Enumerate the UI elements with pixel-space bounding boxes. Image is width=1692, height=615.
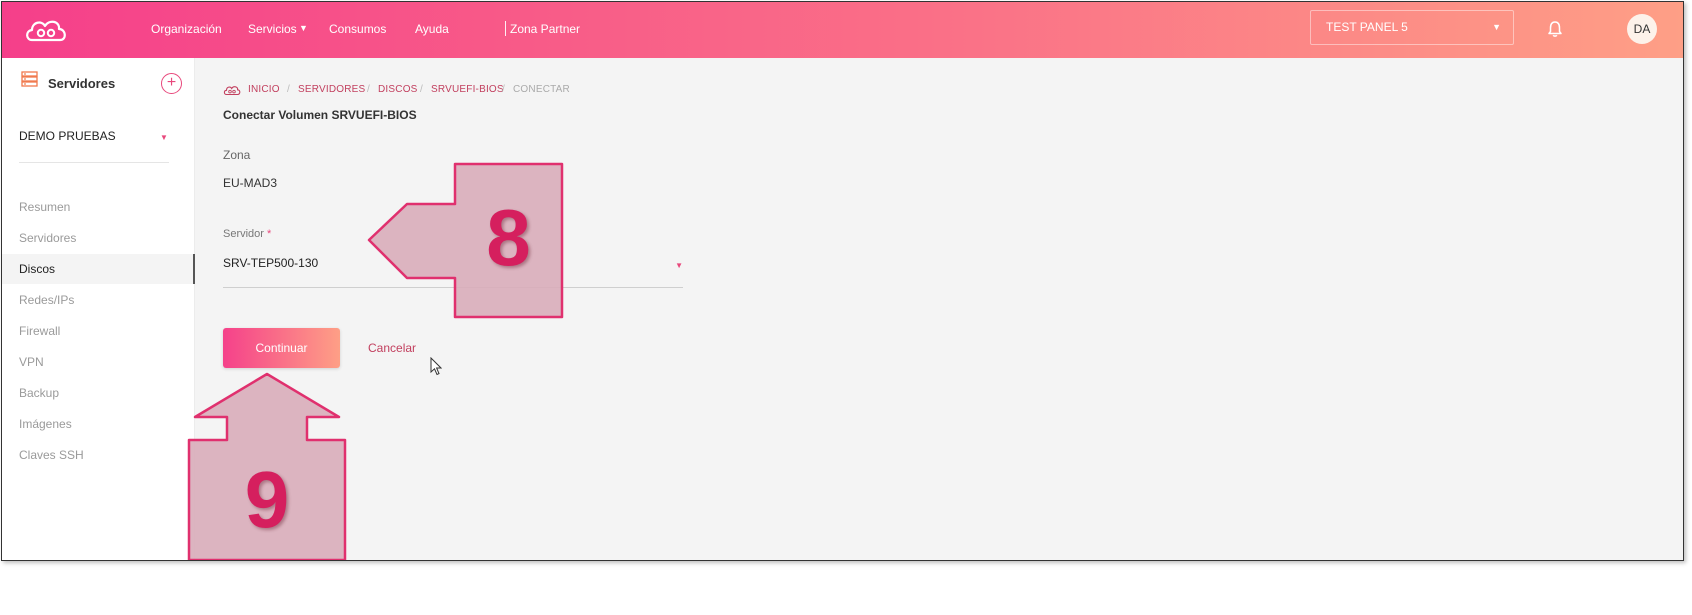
breadcrumb-separator: / xyxy=(502,84,505,95)
server-label-text: Servidor xyxy=(223,228,264,240)
cloud-icon[interactable] xyxy=(24,16,68,44)
nav-consumos[interactable]: Consumos xyxy=(329,22,386,36)
chevron-down-icon[interactable]: ▼ xyxy=(675,261,683,270)
breadcrumb-servidores[interactable]: SERVIDORES xyxy=(298,84,365,95)
step-9-callout: 9 xyxy=(187,372,347,560)
top-navigation-bar: Organización Servicios ▼ Consumos Ayuda … xyxy=(2,2,1683,58)
chevron-down-icon[interactable]: ▼ xyxy=(160,133,168,142)
breadcrumb-inicio[interactable]: INICIO xyxy=(248,84,280,95)
zona-value: EU-MAD3 xyxy=(223,176,278,190)
nav-servicios[interactable]: Servicios xyxy=(248,22,297,36)
server-select-value: SRV-TEP500-130 xyxy=(223,256,319,270)
server-field-label: Servidor * xyxy=(223,228,271,240)
nav-zona-partner[interactable]: Zona Partner xyxy=(510,22,580,36)
nav-organizacion[interactable]: Organización xyxy=(151,22,222,36)
bell-icon[interactable] xyxy=(1547,20,1563,38)
chevron-down-icon: ▼ xyxy=(1492,22,1501,32)
sidebar-title: Servidores xyxy=(48,76,116,91)
required-marker: * xyxy=(267,228,272,240)
sidebar-item-backup[interactable]: Backup xyxy=(2,378,195,408)
breadcrumb-srvuefi-bios[interactable]: SRVUEFI-BIOS xyxy=(431,84,504,95)
step-8-callout: 8 xyxy=(367,162,567,322)
cancel-link[interactable]: Cancelar xyxy=(368,341,416,355)
avatar[interactable]: DA xyxy=(1627,14,1657,44)
nav-divider xyxy=(505,21,506,36)
sidebar-divider xyxy=(19,162,169,163)
sidebar-item-discos[interactable]: Discos xyxy=(2,254,195,284)
continue-button[interactable]: Continuar xyxy=(223,328,340,368)
sidebar-item-firewall[interactable]: Firewall xyxy=(2,316,195,346)
cloud-icon[interactable] xyxy=(223,84,241,96)
breadcrumb-conectar: CONECTAR xyxy=(513,84,570,95)
add-server-button[interactable]: + xyxy=(161,73,182,94)
breadcrumb-separator: / xyxy=(367,84,370,95)
sidebar-item-vpn[interactable]: VPN xyxy=(2,347,195,377)
panel-select[interactable]: TEST PANEL 5 ▼ xyxy=(1310,10,1514,45)
nav-ayuda[interactable]: Ayuda xyxy=(415,22,449,36)
sidebar-item-redes-ips[interactable]: Redes/IPs xyxy=(2,285,195,315)
mouse-pointer-icon xyxy=(430,357,442,376)
step-number: 9 xyxy=(244,455,290,544)
app-window: Organización Servicios ▼ Consumos Ayuda … xyxy=(1,1,1684,561)
zona-label: Zona xyxy=(223,148,251,162)
panel-select-value: TEST PANEL 5 xyxy=(1326,20,1408,34)
sidebar: Servidores + DEMO PRUEBAS ▼ Resumen Serv… xyxy=(2,58,195,560)
step-number: 8 xyxy=(486,193,531,282)
breadcrumb-separator: / xyxy=(287,84,290,95)
sidebar-item-servidores[interactable]: Servidores xyxy=(2,223,195,253)
sidebar-item-imagenes[interactable]: Imágenes xyxy=(2,409,195,439)
chevron-down-icon[interactable]: ▼ xyxy=(299,23,308,33)
sidebar-item-resumen[interactable]: Resumen xyxy=(2,192,195,222)
server-stack-icon xyxy=(21,71,38,87)
breadcrumb-discos[interactable]: DISCOS xyxy=(378,84,418,95)
organization-select[interactable]: DEMO PRUEBAS xyxy=(19,129,116,143)
sidebar-item-claves-ssh[interactable]: Claves SSH xyxy=(2,440,195,470)
page-title: Conectar Volumen SRVUEFI-BIOS xyxy=(223,108,417,122)
breadcrumb-separator: / xyxy=(420,84,423,95)
